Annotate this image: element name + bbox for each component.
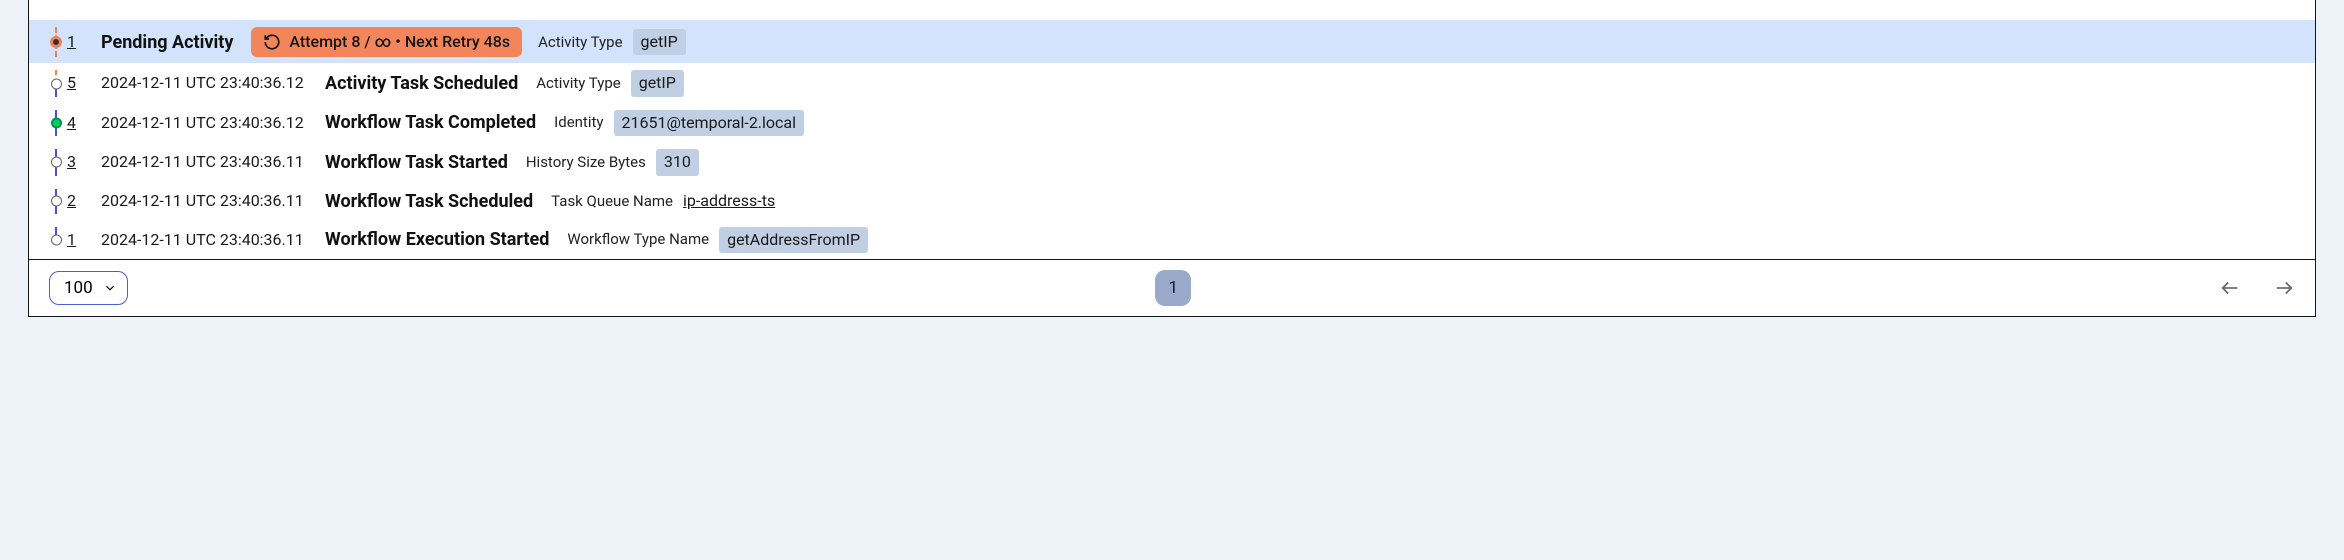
attr-value: getIP bbox=[633, 29, 686, 55]
event-row[interactable]: 4 2024-12-11 UTC 23:40:36.12 Workflow Ta… bbox=[29, 103, 2315, 142]
event-seq-link[interactable]: 1 bbox=[67, 31, 91, 53]
timeline-node-icon bbox=[51, 196, 62, 207]
event-seq-link[interactable]: 3 bbox=[67, 151, 91, 173]
event-timestamp: 2024-12-11 UTC 23:40:36.11 bbox=[101, 151, 325, 173]
attr-label: Activity Type bbox=[538, 32, 622, 53]
event-seq-link[interactable]: 1 bbox=[67, 229, 91, 251]
next-page-button[interactable] bbox=[2273, 277, 2295, 299]
event-timestamp: 2024-12-11 UTC 23:40:36.11 bbox=[101, 229, 325, 251]
event-timestamp: 2024-12-11 UTC 23:40:36.11 bbox=[101, 190, 325, 212]
event-row-pending[interactable]: 1 Pending Activity Attempt 8 / ∞ • Next … bbox=[29, 20, 2315, 63]
page-number: 1 bbox=[1169, 278, 1179, 298]
event-seq-link[interactable]: 5 bbox=[67, 72, 91, 94]
retry-text: Attempt 8 / ∞ • Next Retry 48s bbox=[289, 31, 510, 53]
attr-value: 310 bbox=[656, 149, 699, 175]
event-title: Workflow Task Started bbox=[325, 150, 508, 175]
attr-value-link[interactable]: ip-address-ts bbox=[683, 190, 775, 212]
event-row[interactable]: 1 2024-12-11 UTC 23:40:36.11 Workflow Ex… bbox=[29, 220, 2315, 259]
event-title: Activity Task Scheduled bbox=[325, 71, 518, 96]
event-title: Pending Activity bbox=[101, 30, 233, 55]
event-row[interactable]: 2 2024-12-11 UTC 23:40:36.11 Workflow Ta… bbox=[29, 182, 2315, 220]
timeline-node-icon bbox=[51, 117, 62, 128]
chevron-down-icon bbox=[103, 281, 117, 295]
prev-page-button[interactable] bbox=[2219, 277, 2241, 299]
event-seq-link[interactable]: 4 bbox=[67, 112, 91, 134]
arrow-right-icon bbox=[2273, 277, 2295, 299]
attr-value: getAddressFromIP bbox=[719, 227, 868, 253]
event-seq-link[interactable]: 2 bbox=[67, 190, 91, 212]
retry-icon bbox=[263, 33, 281, 51]
event-title: Workflow Task Scheduled bbox=[325, 189, 533, 214]
page-size-value: 100 bbox=[64, 278, 93, 298]
retry-badge: Attempt 8 / ∞ • Next Retry 48s bbox=[251, 27, 522, 57]
attr-label: Identity bbox=[554, 112, 603, 133]
event-row[interactable]: 3 2024-12-11 UTC 23:40:36.11 Workflow Ta… bbox=[29, 142, 2315, 181]
event-history-panel: 1 Pending Activity Attempt 8 / ∞ • Next … bbox=[28, 20, 2316, 317]
attr-label: Activity Type bbox=[536, 73, 620, 94]
current-page[interactable]: 1 bbox=[1155, 270, 1191, 306]
event-timestamp: 2024-12-11 UTC 23:40:36.12 bbox=[101, 112, 325, 134]
event-timestamp: 2024-12-11 UTC 23:40:36.12 bbox=[101, 72, 325, 94]
attr-label: History Size Bytes bbox=[526, 152, 646, 173]
attr-value: getIP bbox=[631, 70, 684, 96]
event-row[interactable]: 5 2024-12-11 UTC 23:40:36.12 Activity Ta… bbox=[29, 63, 2315, 102]
timeline-node-pending-icon bbox=[50, 36, 62, 48]
attr-value: 21651@temporal-2.local bbox=[614, 110, 805, 136]
attr-label: Task Queue Name bbox=[551, 191, 673, 212]
pagination-footer: 100 1 bbox=[29, 259, 2315, 316]
timeline-node-icon bbox=[51, 157, 62, 168]
arrow-left-icon bbox=[2219, 277, 2241, 299]
event-rows: 1 Pending Activity Attempt 8 / ∞ • Next … bbox=[29, 20, 2315, 259]
attr-label: Workflow Type Name bbox=[567, 229, 709, 250]
event-title: Workflow Execution Started bbox=[325, 227, 549, 252]
timeline-node-icon bbox=[51, 78, 62, 89]
page-size-select[interactable]: 100 bbox=[49, 271, 128, 305]
event-title: Workflow Task Completed bbox=[325, 110, 536, 135]
timeline-node-icon bbox=[51, 234, 62, 245]
